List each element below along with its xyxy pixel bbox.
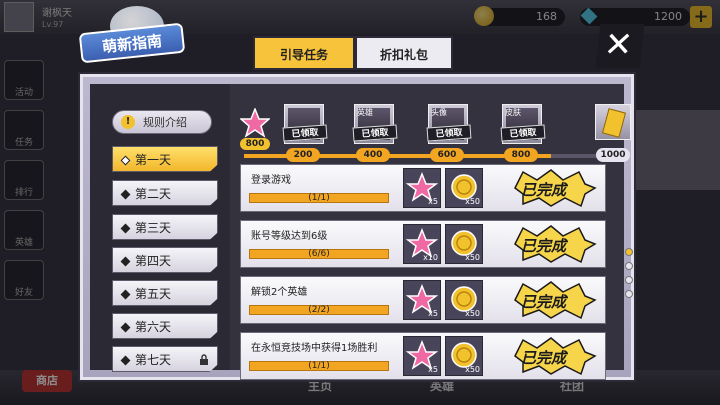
completed-stamp: 已完成 — [511, 224, 597, 264]
status-label: 已完成 — [521, 237, 567, 255]
day-label: 第一天 — [135, 153, 172, 167]
reward-item-star[interactable]: x5 — [403, 168, 441, 208]
day-label: 第六天 — [135, 320, 172, 334]
task-row: 登录游戏 (1/1) x5 x50 已完成 — [240, 164, 606, 212]
day-tab-5[interactable]: 第五天 — [112, 280, 218, 306]
day-tab-4[interactable]: 第四天 — [112, 247, 218, 273]
task-progress: (1/1) — [249, 193, 389, 203]
task-title: 登录游戏 — [251, 175, 291, 186]
task-progress: (2/2) — [249, 305, 389, 315]
close-button[interactable]: ✕ — [595, 24, 645, 68]
reward-item-coin[interactable]: x50 — [445, 336, 483, 376]
page-dot[interactable] — [625, 290, 633, 298]
reward-name: 头像 — [431, 108, 447, 117]
diamond-icon — [120, 155, 131, 166]
reward-qty: x50 — [465, 197, 480, 206]
milestone-reward-400[interactable]: 英雄 已领取 — [352, 104, 398, 144]
day-tab-6[interactable]: 第六天 — [112, 313, 218, 339]
reward-qty: x50 — [465, 253, 480, 262]
diamond-icon — [120, 289, 131, 300]
status-label: 已完成 — [521, 293, 567, 311]
day-label: 第七天 — [135, 353, 172, 367]
milestone-600: 600 — [430, 148, 464, 162]
page-dot[interactable] — [625, 248, 633, 256]
day-tab-2[interactable]: 第二天 — [112, 180, 218, 206]
milestone-1000: 1000 — [596, 148, 630, 162]
diamond-icon — [120, 355, 131, 366]
milestone-400: 400 — [356, 148, 390, 162]
progress-milestones: 800 已领取 200 英雄 已领取 400 头像 已领取 600 皮肤 已领取… — [240, 100, 631, 170]
day-tab-3[interactable]: 第三天 — [112, 214, 218, 240]
diamond-icon — [120, 189, 131, 200]
tab-guide-tasks[interactable]: 引导任务 — [253, 36, 355, 70]
rules-label: 规则介绍 — [143, 116, 187, 129]
completed-stamp: 已完成 — [511, 280, 597, 320]
reward-item-star[interactable]: x5 — [403, 280, 441, 320]
lock-icon — [200, 354, 208, 365]
task-progress: (6/6) — [249, 249, 389, 259]
reward-qty: x50 — [465, 365, 480, 374]
reward-name: 英雄 — [357, 108, 373, 117]
day-tab-7[interactable]: 第七天 — [112, 346, 218, 372]
page-indicator — [625, 248, 635, 308]
diamond-icon — [120, 223, 131, 234]
dialog-title: 萌新指南 — [101, 31, 163, 57]
title-plate: 萌新指南 — [78, 22, 186, 64]
dialog-body: ! 规则介绍 第一天 第二天 第三天 第四天 第五天 第六天 第七天 800 已… — [90, 84, 633, 380]
reward-name: 皮肤 — [505, 108, 521, 117]
current-points: 800 — [240, 138, 270, 150]
task-row: 在永恒竞技场中获得1场胜利 (1/1) x5 x50 已完成 — [240, 332, 606, 380]
claimed-stamp: 已领取 — [426, 124, 472, 142]
day-label: 第二天 — [135, 187, 172, 201]
ticket-icon — [601, 108, 627, 138]
milestone-reward-200[interactable]: 已领取 — [282, 104, 328, 144]
reward-qty: x5 — [428, 365, 438, 374]
star-icon — [240, 108, 270, 138]
task-row: 账号等级达到6级 (6/6) x10 x50 已完成 — [240, 220, 606, 268]
claimed-stamp: 已领取 — [352, 124, 398, 142]
claimed-stamp: 已领取 — [282, 124, 328, 142]
reward-qty: x5 — [428, 309, 438, 318]
day-label: 第五天 — [135, 287, 172, 301]
reward-qty: x10 — [423, 253, 438, 262]
task-title: 在永恒竞技场中获得1场胜利 — [251, 343, 378, 354]
day-label: 第四天 — [135, 254, 172, 268]
milestone-reward-1000[interactable] — [595, 104, 631, 140]
title-badge: 萌新指南 — [76, 6, 186, 76]
milestone-200: 200 — [286, 148, 320, 162]
task-row: 解锁2个英雄 (2/2) x5 x50 已完成 — [240, 276, 606, 324]
reward-item-coin[interactable]: x50 — [445, 280, 483, 320]
tab-discount-packs[interactable]: 折扣礼包 — [355, 36, 453, 70]
task-progress: (1/1) — [249, 361, 389, 371]
day-label: 第三天 — [135, 221, 172, 235]
claimed-stamp: 已领取 — [500, 124, 546, 142]
reward-item-coin[interactable]: x50 — [445, 168, 483, 208]
page-dot[interactable] — [625, 262, 633, 270]
day-list-panel: ! 规则介绍 第一天 第二天 第三天 第四天 第五天 第六天 第七天 — [90, 84, 230, 372]
close-icon: ✕ — [602, 25, 635, 65]
completed-stamp: 已完成 — [511, 336, 597, 376]
task-title: 解锁2个英雄 — [251, 287, 308, 298]
rules-button[interactable]: ! 规则介绍 — [112, 110, 212, 134]
reward-qty: x5 — [428, 197, 438, 206]
day-tab-1[interactable]: 第一天 — [112, 146, 218, 172]
task-title: 账号等级达到6级 — [251, 231, 328, 242]
completed-stamp: 已完成 — [511, 168, 597, 208]
reward-item-star[interactable]: x10 — [403, 224, 441, 264]
diamond-icon — [120, 322, 131, 333]
reward-item-star[interactable]: x5 — [403, 336, 441, 376]
page-dot[interactable] — [625, 276, 633, 284]
milestone-reward-800[interactable]: 皮肤 已领取 — [500, 104, 546, 144]
milestone-reward-600[interactable]: 头像 已领取 — [426, 104, 472, 144]
status-label: 已完成 — [521, 181, 567, 199]
status-label: 已完成 — [521, 349, 567, 367]
reward-item-coin[interactable]: x50 — [445, 224, 483, 264]
diamond-icon — [120, 256, 131, 267]
info-icon: ! — [121, 115, 135, 129]
newbie-guide-dialog: ! 规则介绍 第一天 第二天 第三天 第四天 第五天 第六天 第七天 800 已… — [78, 72, 636, 382]
reward-qty: x50 — [465, 309, 480, 318]
milestone-800: 800 — [504, 148, 538, 162]
